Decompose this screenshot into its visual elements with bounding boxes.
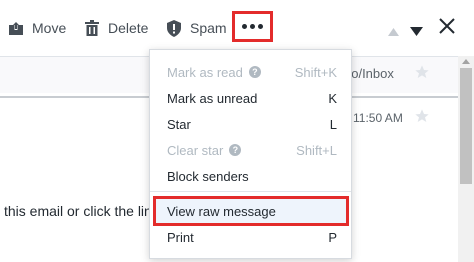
more-dots-icon <box>242 24 247 29</box>
menu-item-star[interactable]: Star L <box>167 113 337 135</box>
menu-item-shortcut: Shift+K <box>294 64 337 80</box>
chevron-up-icon[interactable] <box>388 23 399 41</box>
help-icon[interactable]: ? <box>248 66 261 78</box>
menu-item-label: Block senders <box>167 168 249 184</box>
scrollbar-thumb[interactable] <box>460 68 472 184</box>
menu-item-block-senders[interactable]: Block senders <box>167 165 337 187</box>
menu-item-label: Mark as read <box>167 64 243 80</box>
more-actions-button[interactable] <box>232 11 273 42</box>
menu-item-shortcut: P <box>328 229 337 245</box>
help-icon[interactable]: ? <box>229 144 242 156</box>
menu-item-clear-star[interactable]: Clear star ? Shift+L <box>167 139 337 161</box>
menu-item-label: View raw message <box>167 203 276 219</box>
more-actions-menu: Mark as read ? Shift+K Mark as unread K … <box>149 49 352 259</box>
close-icon[interactable] <box>439 18 455 39</box>
menu-item-mark-as-read[interactable]: Mark as read ? Shift+K <box>167 61 337 83</box>
menu-item-shortcut: K <box>328 90 337 106</box>
menu-item-print[interactable]: Print P <box>167 226 337 248</box>
spam-button[interactable]: Spam <box>166 16 227 40</box>
move-icon <box>8 20 24 36</box>
chevron-down-icon[interactable] <box>410 23 423 41</box>
star-icon[interactable] <box>414 64 430 85</box>
scroll-up-arrow-icon[interactable] <box>462 59 470 64</box>
menu-item-label: Print <box>167 229 194 245</box>
menu-item-label: Star <box>167 116 191 132</box>
shield-icon <box>166 19 182 37</box>
menu-item-shortcut: L <box>329 116 337 132</box>
star-icon[interactable] <box>414 108 430 129</box>
trash-icon <box>84 20 100 36</box>
message-toolbar: Move Delete Spam <box>0 0 474 56</box>
menu-item-view-raw-message[interactable]: View raw message <box>167 200 337 222</box>
message-body-snippet: this email or click the lin <box>4 203 152 219</box>
menu-item-mark-as-unread[interactable]: Mark as unread K <box>167 87 337 109</box>
menu-item-label: Mark as unread <box>167 90 258 106</box>
message-time: 11:50 AM <box>353 111 403 125</box>
spam-label: Spam <box>190 20 227 36</box>
delete-button[interactable]: Delete <box>84 16 148 40</box>
menu-item-label: Clear star <box>167 142 224 158</box>
delete-label: Delete <box>108 20 149 36</box>
move-button[interactable]: Move <box>8 16 66 40</box>
menu-item-shortcut: Shift+L <box>296 142 337 158</box>
menu-divider <box>150 191 351 192</box>
move-label: Move <box>32 20 67 36</box>
